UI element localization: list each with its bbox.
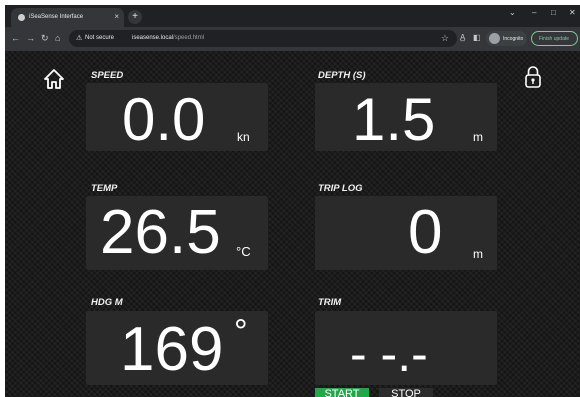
heading-degree-unit: ° [234,313,248,351]
browser-tab[interactable]: iSeaSense Interface × [11,8,124,27]
speed-label: SPEED [91,70,124,81]
finish-update-label: Finish update [539,36,570,42]
temp-label: TEMP [91,183,118,194]
heading-value: 169 [120,315,224,384]
tab-strip: iSeaSense Interface × + ⌄ – □ ✕ [5,5,580,27]
warning-triangle-icon: ⚠ [76,35,83,42]
browser-toolbar: ← → ↻ ⌂ ⚠ Not secure iseasense.local/spe… [5,27,580,51]
browser-window: iSeaSense Interface × + ⌄ – □ ✕ ← → ↻ ⌂ … [5,5,580,397]
speed-panel: 0.0 kn [86,83,268,151]
close-window-button[interactable]: ✕ [569,8,576,17]
incognito-label: Incognito [503,36,524,42]
maximize-button[interactable]: □ [551,8,556,17]
trip-log-value: 0 [408,198,443,267]
temp-value: 26.5 [100,198,221,267]
trim-value: - -.- [350,326,428,382]
new-tab-button[interactable]: + [128,10,142,24]
tab-search-chevron-icon[interactable]: ⌄ [509,8,516,17]
stop-button[interactable]: STOP [379,388,433,397]
temp-unit: °C [236,244,251,259]
home-icon[interactable] [43,68,65,90]
depth-label: DEPTH (S) [318,70,366,81]
depth-value: 1.5 [352,86,436,153]
speed-unit: kn [237,130,250,144]
trim-label: TRIM [318,297,342,308]
site-favicon-icon [18,14,25,21]
back-arrow-icon[interactable]: ← [11,33,20,43]
incognito-icon [489,33,500,44]
depth-unit: m [473,130,483,144]
reload-icon[interactable]: ↻ [41,33,49,43]
bookmark-star-icon[interactable]: ☆ [441,33,449,44]
not-secure-label[interactable]: Not secure [85,35,114,41]
url-host: iseasense.local [132,35,174,41]
home-nav-icon[interactable]: ⌂ [55,33,60,43]
speed-value: 0.0 [122,86,206,153]
side-panel-icon[interactable]: ◧ [473,33,481,42]
trip-log-unit: m [473,247,483,261]
heading-label: HDG M [91,297,123,308]
address-bar[interactable]: ⚠ Not secure iseasense.local/speed.html … [69,30,457,47]
trip-log-label: TRIP LOG [318,183,363,194]
incognito-profile-button[interactable]: Incognito [486,31,527,46]
minimize-button[interactable]: – [532,8,536,17]
finish-update-button[interactable]: Finish update [531,31,578,46]
heading-panel: 169 ° [86,311,268,385]
translate-icon[interactable]: A̲ [460,33,465,42]
start-button[interactable]: START [315,388,369,397]
tab-title: iSeaSense Interface [29,14,84,20]
url-path: /speed.html [173,35,205,41]
lock-icon[interactable] [524,65,542,89]
depth-panel: 1.5 m [315,83,497,151]
temp-panel: 26.5 °C [86,196,268,270]
trim-panel: - -.- [315,311,497,385]
trip-log-panel: 0 m [315,196,497,270]
url-text: iseasense.local/speed.html [132,35,204,41]
dashboard: SPEED 0.0 kn DEPTH (S) 1.5 m TEMP 26.5 °… [5,51,580,397]
forward-arrow-icon[interactable]: → [26,33,35,43]
tab-close-icon[interactable]: × [114,12,119,21]
